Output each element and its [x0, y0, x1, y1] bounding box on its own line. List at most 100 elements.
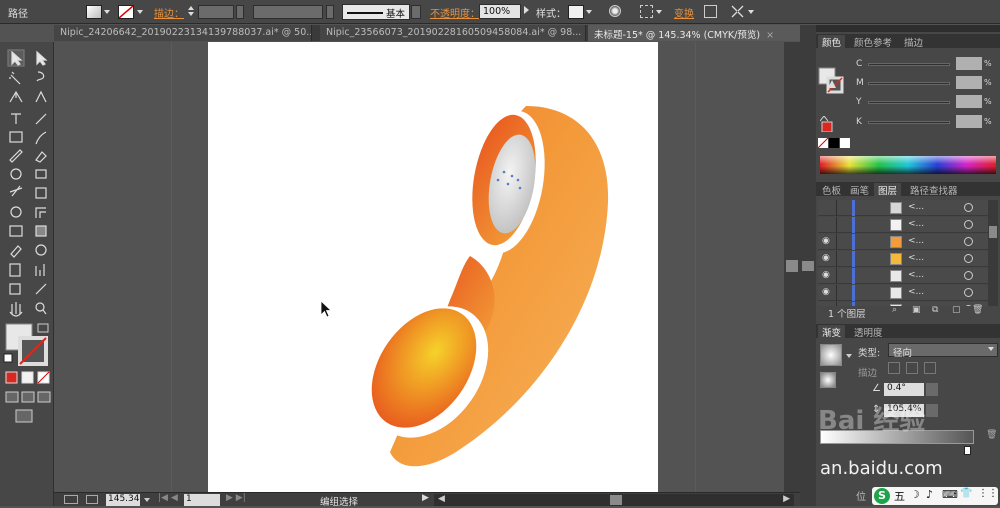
- value-field[interactable]: [956, 76, 982, 89]
- visibility-eye-icon[interactable]: ◉: [822, 270, 834, 282]
- stroke-swatch[interactable]: [118, 5, 134, 19]
- scroll-thumb[interactable]: [610, 495, 622, 505]
- zoom-field[interactable]: 145.34: [106, 494, 140, 506]
- target-circle-icon[interactable]: [964, 237, 973, 246]
- layer-row[interactable]: <...: [818, 217, 988, 233]
- paintbrush-tool-icon[interactable]: [33, 130, 49, 146]
- magic-wand-tool-icon[interactable]: [8, 70, 24, 86]
- pen-tool-icon[interactable]: [8, 90, 24, 106]
- value-field[interactable]: [956, 95, 982, 108]
- gradient-fill-swatch[interactable]: [820, 372, 836, 388]
- mesh-tool-icon[interactable]: [8, 224, 24, 240]
- color-spectrum-bar[interactable]: [820, 156, 996, 174]
- transform-link[interactable]: 变换: [674, 5, 694, 20]
- document-tab-2[interactable]: Nipic_23566073_20190228160509458084.ai* …: [320, 25, 586, 41]
- width-tool-icon[interactable]: [8, 186, 24, 202]
- canvas-area[interactable]: [54, 42, 800, 492]
- status-menu-arrow-icon[interactable]: ▶: [422, 493, 429, 503]
- new-sublayer-icon[interactable]: ⧉: [932, 305, 938, 315]
- line-tool-icon[interactable]: [33, 110, 49, 126]
- scroll-thumb[interactable]: [786, 260, 798, 272]
- recolor-artwork-icon[interactable]: [609, 5, 621, 17]
- delete-layer-icon[interactable]: 🗑: [972, 305, 983, 315]
- delete-stop-icon[interactable]: 🗑: [986, 430, 997, 440]
- brush-profile-arrow[interactable]: [411, 5, 421, 19]
- stroke-link[interactable]: 描边：: [154, 5, 184, 20]
- layer-row[interactable]: ◉ <...: [818, 251, 988, 267]
- tab-brushes[interactable]: 画笔: [846, 183, 873, 197]
- visibility-eye-icon[interactable]: [822, 202, 834, 214]
- eyedropper-tool-icon[interactable]: [8, 244, 24, 260]
- slice-tool-icon[interactable]: [33, 282, 49, 298]
- screen-mode-icon[interactable]: [16, 410, 32, 422]
- aspect-dropdown[interactable]: [926, 404, 938, 417]
- gradient-slider[interactable]: [820, 430, 974, 444]
- dock-handle[interactable]: [802, 261, 814, 271]
- target-circle-icon[interactable]: [964, 220, 973, 229]
- angle-dropdown[interactable]: [926, 383, 938, 396]
- gradient-tool-icon[interactable]: [33, 224, 49, 240]
- chevron-down-icon[interactable]: [104, 10, 110, 14]
- stroke-weight-field[interactable]: [198, 5, 234, 19]
- chevron-down-icon[interactable]: [846, 354, 852, 358]
- ime-mode-icon[interactable]: 五: [894, 488, 905, 504]
- tab-transparency[interactable]: 透明度: [850, 325, 887, 339]
- document-tab-1[interactable]: Nipic_24206642_20190223134139788037.ai* …: [54, 25, 312, 41]
- visibility-eye-icon[interactable]: ◉: [822, 236, 834, 248]
- scroll-thumb[interactable]: [989, 226, 997, 238]
- layer-name[interactable]: <...: [908, 287, 924, 297]
- slider-k[interactable]: K %: [816, 114, 1000, 130]
- keyboard-icon[interactable]: ⌨: [942, 488, 958, 501]
- locate-object-icon[interactable]: ⌕: [892, 305, 897, 315]
- free-transform-tool-icon[interactable]: [33, 186, 49, 202]
- first-artboard-icon[interactable]: |◀ ◀: [158, 493, 178, 503]
- gradient-preview-swatch[interactable]: [820, 344, 842, 366]
- document-tab-3[interactable]: 未标题-15* @ 145.34% (CMYK/预览) ×: [588, 25, 811, 41]
- view-icon[interactable]: [64, 495, 78, 504]
- stroke-weight-dropdown[interactable]: [236, 5, 244, 19]
- pencil-tool-icon[interactable]: [8, 148, 24, 164]
- symbol-sprayer-tool-icon[interactable]: [8, 262, 24, 278]
- layer-row[interactable]: <...: [818, 200, 988, 216]
- angle-field[interactable]: 0.4°: [884, 383, 924, 396]
- stroke-stepper-icon[interactable]: [186, 4, 196, 20]
- chevron-down-icon[interactable]: [656, 10, 662, 14]
- curvature-tool-icon[interactable]: [33, 90, 49, 106]
- variable-width-arrow[interactable]: [326, 5, 334, 19]
- color-mode-button[interactable]: [6, 372, 17, 383]
- layer-name[interactable]: <...: [908, 236, 924, 246]
- gradient-mode-button[interactable]: [22, 372, 33, 383]
- layers-scrollbar[interactable]: [988, 200, 998, 308]
- variable-width-dropdown[interactable]: [253, 5, 323, 19]
- horizontal-scrollbar[interactable]: ◀ ▶: [434, 494, 794, 506]
- tab-pathfinder[interactable]: 路径查找器: [906, 183, 962, 197]
- blend-tool-icon[interactable]: [33, 244, 49, 260]
- slider-track[interactable]: [868, 63, 950, 66]
- type-tool-icon[interactable]: [8, 110, 24, 126]
- target-circle-icon[interactable]: [964, 288, 973, 297]
- tab-layers[interactable]: 图层: [874, 183, 902, 197]
- artboard-tool-icon[interactable]: [8, 282, 24, 298]
- rectangle-tool-icon[interactable]: [8, 130, 24, 146]
- chevron-down-icon[interactable]: [748, 10, 754, 14]
- layer-row[interactable]: ◉ <...: [818, 268, 988, 284]
- slider-track[interactable]: [868, 121, 950, 124]
- zoom-tool-icon[interactable]: [33, 302, 49, 318]
- value-field[interactable]: [956, 57, 982, 70]
- menu-grid-icon[interactable]: ⋮⋮: [978, 488, 998, 499]
- moon-icon[interactable]: ☽: [910, 488, 920, 501]
- layer-name[interactable]: <...: [908, 219, 924, 229]
- fill-stroke-selector[interactable]: [6, 324, 46, 364]
- visibility-eye-icon[interactable]: ◉: [822, 253, 834, 265]
- gradient-stop[interactable]: [964, 446, 971, 455]
- column-graph-tool-icon[interactable]: [33, 262, 49, 278]
- music-icon[interactable]: ♪: [926, 488, 933, 501]
- target-circle-icon[interactable]: [964, 203, 973, 212]
- shape-builder-tool-icon[interactable]: [8, 204, 24, 220]
- scale-tool-icon[interactable]: [33, 166, 49, 182]
- slider-track[interactable]: [868, 82, 950, 85]
- artboard-number-field[interactable]: 1: [184, 494, 220, 506]
- ime-toolbar[interactable]: S 五 ☽ ♪ ⌨ 👕 ⋮⋮: [872, 487, 998, 505]
- new-layer-icon[interactable]: ▢: [952, 305, 961, 315]
- scroll-left-icon[interactable]: ◀: [438, 494, 445, 504]
